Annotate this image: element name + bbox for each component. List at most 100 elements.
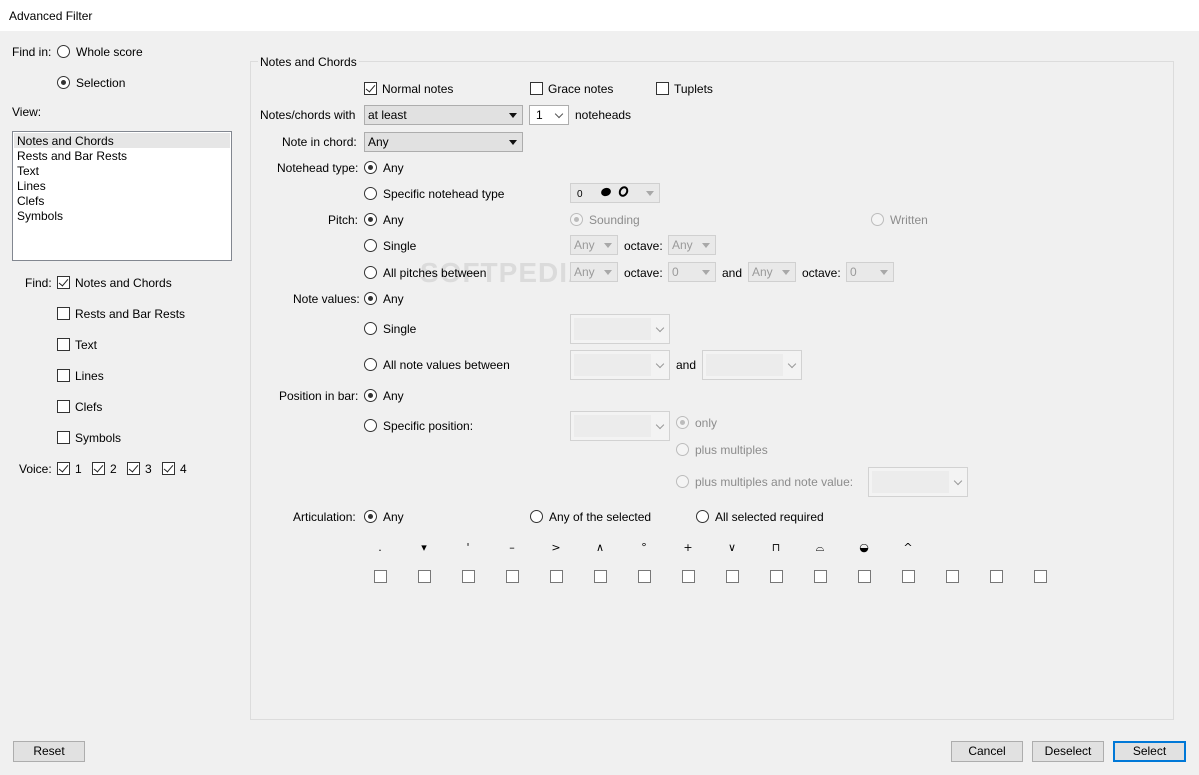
position-any-radio[interactable] [364,389,377,402]
find-lines-label[interactable]: Lines [75,369,104,383]
voice-2-checkbox[interactable] [92,462,105,475]
view-item-notes-and-chords[interactable]: Notes and Chords [17,134,114,149]
articulation-checkbox[interactable] [814,570,827,583]
find-lines-checkbox[interactable] [57,369,70,382]
qualifier-dropdown[interactable]: at least [364,105,523,125]
notehead-type-dropdown[interactable]: 0 [570,183,660,203]
whole-score-label[interactable]: Whole score [76,45,143,59]
articulation-checkbox[interactable] [1034,570,1047,583]
view-item-rests[interactable]: Rests and Bar Rests [17,149,127,164]
note-values-between-radio[interactable] [364,358,377,371]
select-button[interactable]: Select [1113,741,1186,762]
voice-1-checkbox[interactable] [57,462,70,475]
reset-button[interactable]: Reset [13,741,85,762]
sounding-label[interactable]: Sounding [589,213,640,227]
articulation-checkbox[interactable] [418,570,431,583]
articulation-checkbox[interactable] [726,570,739,583]
deselect-button[interactable]: Deselect [1032,741,1104,762]
articulation-checkbox[interactable] [506,570,519,583]
position-specific-radio[interactable] [364,419,377,432]
pitch-single-label[interactable]: Single [383,239,416,253]
whole-score-radio[interactable] [57,45,70,58]
articulation-checkbox[interactable] [990,570,1003,583]
articulation-any-selected-label[interactable]: Any of the selected [549,510,651,524]
selection-label[interactable]: Selection [76,76,125,90]
note-values-between-label[interactable]: All note values between [383,358,510,372]
note-in-chord-dropdown[interactable]: Any [364,132,523,152]
find-text-checkbox[interactable] [57,338,70,351]
pitch-any-label[interactable]: Any [383,213,404,227]
find-clefs-label[interactable]: Clefs [75,400,102,414]
position-only-radio[interactable] [676,416,689,429]
find-symbols-label[interactable]: Symbols [75,431,121,445]
view-list[interactable]: Notes and Chords Rests and Bar Rests Tex… [12,131,232,261]
note-values-any-label[interactable]: Any [383,292,404,306]
plus-multiples-radio[interactable] [676,443,689,456]
view-item-text[interactable]: Text [17,164,39,179]
note-values-single-radio[interactable] [364,322,377,335]
single-note-value-dropdown[interactable] [570,314,670,344]
articulation-any-radio[interactable] [364,510,377,523]
written-label[interactable]: Written [890,213,928,227]
grace-notes-checkbox[interactable] [530,82,543,95]
multiples-note-value-dropdown[interactable] [868,467,968,497]
articulation-checkbox[interactable] [770,570,783,583]
articulation-checkbox[interactable] [374,570,387,583]
written-radio[interactable] [871,213,884,226]
position-specific-label[interactable]: Specific position: [383,419,473,433]
find-notes-checkbox[interactable] [57,276,70,289]
find-clefs-checkbox[interactable] [57,400,70,413]
voice-2-label[interactable]: 2 [110,462,117,476]
voice-1-label[interactable]: 1 [75,462,82,476]
pitch-between-radio[interactable] [364,266,377,279]
pitch-single-radio[interactable] [364,239,377,252]
articulation-any-selected-radio[interactable] [530,510,543,523]
notehead-any-label[interactable]: Any [383,161,404,175]
sounding-radio[interactable] [570,213,583,226]
note-values-single-label[interactable]: Single [383,322,416,336]
articulation-all-required-label[interactable]: All selected required [715,510,824,524]
position-only-label[interactable]: only [695,416,717,430]
articulation-all-required-radio[interactable] [696,510,709,523]
note-value-to-dropdown[interactable] [702,350,802,380]
note-value-from-dropdown[interactable] [570,350,670,380]
articulation-any-label[interactable]: Any [383,510,404,524]
find-notes-label[interactable]: Notes and Chords [75,276,172,290]
find-symbols-checkbox[interactable] [57,431,70,444]
pitch-from-octave-dropdown[interactable]: 0 [668,262,716,282]
single-pitch-dropdown[interactable]: Any [570,235,618,255]
voice-4-label[interactable]: 4 [180,462,187,476]
single-octave-dropdown[interactable]: Any [668,235,716,255]
articulation-checkbox[interactable] [902,570,915,583]
grace-notes-label[interactable]: Grace notes [548,82,613,96]
plus-multiples-note-radio[interactable] [676,475,689,488]
articulation-checkbox[interactable] [594,570,607,583]
selection-radio[interactable] [57,76,70,89]
cancel-button[interactable]: Cancel [951,741,1023,762]
normal-notes-label[interactable]: Normal notes [382,82,453,96]
notehead-specific-label[interactable]: Specific notehead type [383,187,504,201]
position-dropdown[interactable] [570,411,670,441]
view-item-symbols[interactable]: Symbols [17,209,63,224]
view-item-lines[interactable]: Lines [17,179,46,194]
pitch-between-label[interactable]: All pitches between [383,266,486,280]
view-item-clefs[interactable]: Clefs [17,194,44,209]
articulation-checkbox[interactable] [946,570,959,583]
find-rests-checkbox[interactable] [57,307,70,320]
notehead-specific-radio[interactable] [364,187,377,200]
notehead-count-spinner[interactable]: 1 [529,105,569,125]
find-rests-label[interactable]: Rests and Bar Rests [75,307,185,321]
plus-multiples-label[interactable]: plus multiples [695,443,768,457]
pitch-to-octave-dropdown[interactable]: 0 [846,262,894,282]
articulation-checkbox[interactable] [462,570,475,583]
position-any-label[interactable]: Any [383,389,404,403]
plus-multiples-note-label[interactable]: plus multiples and note value: [695,475,853,489]
articulation-checkbox[interactable] [858,570,871,583]
voice-4-checkbox[interactable] [162,462,175,475]
voice-3-label[interactable]: 3 [145,462,152,476]
pitch-from-dropdown[interactable]: Any [570,262,618,282]
tuplets-label[interactable]: Tuplets [674,82,713,96]
articulation-checkbox[interactable] [550,570,563,583]
find-text-label[interactable]: Text [75,338,97,352]
note-values-any-radio[interactable] [364,292,377,305]
